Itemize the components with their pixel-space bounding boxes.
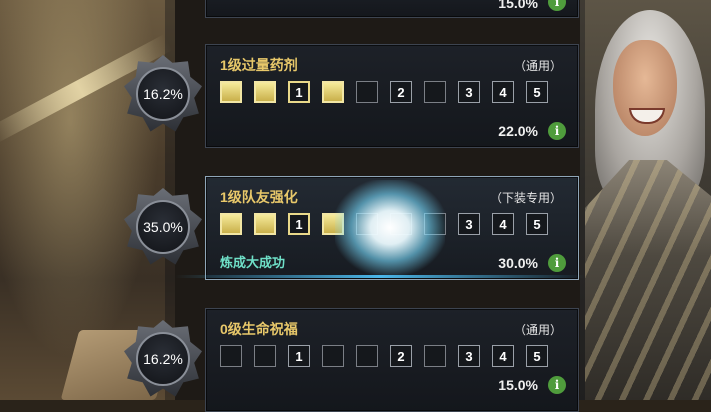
slot	[254, 81, 276, 103]
emblem-rate: 16.2%	[136, 332, 190, 386]
enchant-card-1[interactable]: 1级过量药剂 （通用） 1 2 3 4 5 22.0% i	[205, 44, 579, 148]
slot	[254, 345, 276, 367]
slot	[356, 81, 378, 103]
enchant-card-2[interactable]: 1级队友强化 （下装专用） 1 3 4 5 炼成大成功 30.0% i	[205, 176, 579, 280]
slot	[390, 213, 412, 235]
slot: 1	[288, 81, 310, 103]
slot	[322, 345, 344, 367]
character-portrait	[585, 0, 711, 400]
slot	[356, 345, 378, 367]
info-icon[interactable]: i	[548, 254, 566, 272]
enchant-tag: （下装专用）	[489, 191, 562, 205]
success-rate: 30.0%	[498, 255, 538, 271]
enchant-card-top-partial[interactable]: 15.0% i	[205, 0, 579, 18]
enchant-title: 0级生命祝福	[220, 321, 298, 337]
slot: 5	[526, 81, 548, 103]
success-rate: 15.0%	[498, 0, 538, 11]
slot: 3	[458, 81, 480, 103]
slot: 5	[526, 345, 548, 367]
success-rate: 22.0%	[498, 123, 538, 139]
emblem-rate: 35.0%	[136, 200, 190, 254]
success-rate: 15.0%	[498, 377, 538, 393]
enchant-tag: （通用）	[513, 59, 562, 73]
enchant-title: 1级过量药剂	[220, 57, 298, 73]
slot: 2	[390, 345, 412, 367]
slot: 2	[390, 81, 412, 103]
enchant-card-3[interactable]: 0级生命祝福 （通用） 1 2 3 4 5 15.0% i	[205, 308, 579, 412]
slot	[424, 213, 446, 235]
great-success-glow-bar	[175, 275, 585, 278]
slot	[424, 345, 446, 367]
slot	[356, 213, 378, 235]
emblem-rate: 16.2%	[136, 67, 190, 121]
enchant-tag: （通用）	[513, 323, 562, 337]
slot	[424, 81, 446, 103]
slot	[322, 213, 344, 235]
slot: 3	[458, 213, 480, 235]
slot: 4	[492, 81, 514, 103]
info-icon[interactable]: i	[548, 122, 566, 140]
slot: 1	[288, 213, 310, 235]
slot	[220, 213, 242, 235]
slot	[220, 345, 242, 367]
info-icon[interactable]: i	[548, 376, 566, 394]
great-success-label: 炼成大成功	[220, 255, 286, 270]
slot: 5	[526, 213, 548, 235]
slot: 1	[288, 345, 310, 367]
enchant-slots: 1 3 4 5	[220, 213, 548, 235]
enchant-slots: 1 2 3 4 5	[220, 345, 548, 367]
slot: 3	[458, 345, 480, 367]
slot: 4	[492, 345, 514, 367]
info-icon[interactable]: i	[548, 0, 566, 11]
slot	[254, 213, 276, 235]
enchant-title: 1级队友强化	[220, 189, 298, 205]
enchant-slots: 1 2 3 4 5	[220, 81, 548, 103]
slot	[220, 81, 242, 103]
slot: 4	[492, 213, 514, 235]
slot	[322, 81, 344, 103]
